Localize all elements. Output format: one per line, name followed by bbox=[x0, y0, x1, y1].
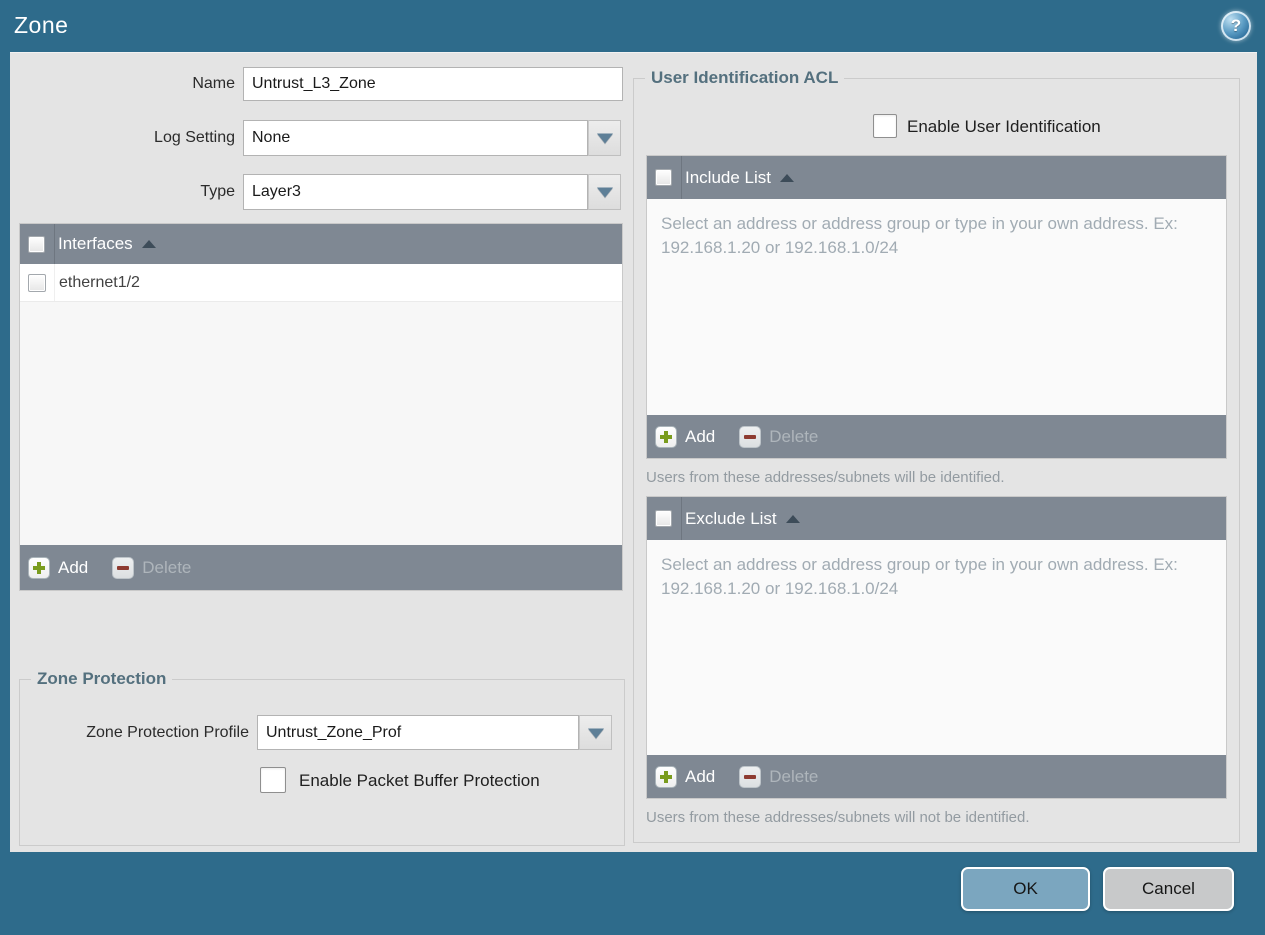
type-label: Type bbox=[200, 183, 235, 200]
enable-packet-buffer-protection-label[interactable]: Enable Packet Buffer Protection bbox=[299, 767, 540, 794]
interface-row[interactable]: ethernet1/2 bbox=[20, 264, 622, 302]
enable-user-identification-label[interactable]: Enable User Identification bbox=[907, 114, 1101, 139]
exclude-list-note: Users from these addresses/subnets will … bbox=[646, 809, 1030, 826]
type-dropdown-button[interactable] bbox=[588, 174, 621, 210]
include-list-column-header[interactable]: Include List bbox=[647, 156, 1226, 199]
add-include-button[interactable]: Add bbox=[655, 425, 715, 448]
zone-protection-profile-input[interactable] bbox=[257, 715, 579, 750]
select-all-checkbox[interactable] bbox=[655, 510, 672, 527]
interfaces-toolbar: Add Delete bbox=[20, 545, 622, 590]
exclude-list-body: Select an address or address group or ty… bbox=[647, 540, 1226, 757]
add-exclude-button[interactable]: Add bbox=[655, 765, 715, 788]
exclude-list-header-label: Exclude List bbox=[685, 508, 777, 528]
name-label: Name bbox=[192, 75, 235, 92]
delete-include-button[interactable]: Delete bbox=[739, 425, 818, 448]
interfaces-column-header[interactable]: Interfaces bbox=[20, 224, 622, 264]
include-list-placeholder: Select an address or address group or ty… bbox=[661, 214, 1178, 258]
select-all-checkbox[interactable] bbox=[28, 235, 45, 253]
minus-icon bbox=[739, 425, 762, 448]
exclude-list-toolbar: Add Delete bbox=[647, 755, 1226, 798]
enable-user-identification-checkbox[interactable] bbox=[873, 114, 897, 138]
exclude-list-table: Exclude List Select an address or addres… bbox=[646, 496, 1227, 799]
add-interface-button[interactable]: Add bbox=[28, 556, 88, 579]
minus-icon bbox=[739, 765, 762, 788]
interfaces-table: Interfaces ethernet1/2 Add Delete bbox=[19, 223, 623, 591]
interface-name: ethernet1/2 bbox=[59, 273, 140, 291]
sort-ascending-icon bbox=[780, 173, 794, 182]
ok-button[interactable]: OK bbox=[961, 867, 1090, 911]
enable-packet-buffer-protection-checkbox[interactable] bbox=[260, 767, 286, 793]
log-setting-dropdown-button[interactable] bbox=[588, 120, 621, 156]
include-list-toolbar: Add Delete bbox=[647, 415, 1226, 458]
plus-icon bbox=[655, 765, 677, 788]
user-identification-acl-legend: User Identification ACL bbox=[645, 68, 845, 88]
row-checkbox[interactable] bbox=[28, 273, 46, 292]
log-setting-label: Log Setting bbox=[154, 129, 235, 146]
zone-protection-legend: Zone Protection bbox=[31, 669, 173, 689]
plus-icon bbox=[655, 425, 677, 448]
include-list-note: Users from these addresses/subnets will … bbox=[646, 469, 1005, 486]
chevron-down-icon bbox=[596, 133, 613, 144]
sort-ascending-icon bbox=[141, 240, 156, 248]
dialog-titlebar: Zone ? bbox=[0, 0, 1265, 52]
log-setting-input[interactable] bbox=[243, 120, 588, 156]
zone-protection-profile-label: Zone Protection Profile bbox=[86, 724, 249, 741]
delete-exclude-button[interactable]: Delete bbox=[739, 765, 818, 788]
select-all-checkbox[interactable] bbox=[655, 169, 672, 186]
interfaces-header-label: Interfaces bbox=[58, 234, 133, 253]
chevron-down-icon bbox=[587, 728, 604, 738]
name-input[interactable] bbox=[243, 67, 623, 101]
delete-interface-button[interactable]: Delete bbox=[112, 556, 191, 579]
interfaces-list-body: ethernet1/2 bbox=[20, 264, 622, 547]
cancel-button[interactable]: Cancel bbox=[1103, 867, 1234, 911]
zone-protection-group: Zone Protection Zone Protection Profile … bbox=[19, 669, 625, 846]
plus-icon bbox=[28, 556, 50, 579]
user-identification-acl-group: User Identification ACL Enable User Iden… bbox=[633, 68, 1240, 843]
help-icon[interactable]: ? bbox=[1221, 11, 1251, 41]
zone-protection-profile-dropdown-button[interactable] bbox=[579, 715, 612, 750]
page-title: Zone bbox=[14, 12, 69, 38]
exclude-list-column-header[interactable]: Exclude List bbox=[647, 497, 1226, 540]
chevron-down-icon bbox=[596, 187, 613, 198]
minus-icon bbox=[112, 556, 135, 579]
include-list-body: Select an address or address group or ty… bbox=[647, 199, 1226, 417]
type-input[interactable] bbox=[243, 174, 588, 210]
include-list-table: Include List Select an address or addres… bbox=[646, 155, 1227, 459]
zone-dialog-body: Name Log Setting Type Interfaces etherne… bbox=[10, 52, 1257, 852]
exclude-list-placeholder: Select an address or address group or ty… bbox=[661, 555, 1178, 599]
include-list-header-label: Include List bbox=[685, 167, 771, 187]
sort-ascending-icon bbox=[785, 514, 800, 523]
